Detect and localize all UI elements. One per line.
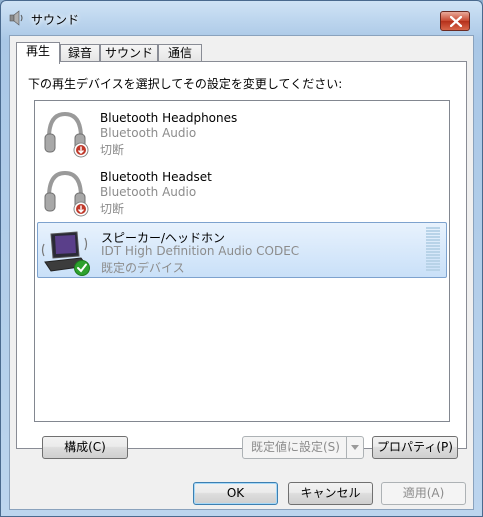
chevron-down-icon xyxy=(351,445,359,450)
configure-button[interactable]: 構成(C) xyxy=(42,436,128,459)
close-icon xyxy=(450,16,462,27)
default-check-icon xyxy=(74,260,90,276)
device-description: Bluetooth Audio xyxy=(100,185,197,199)
apply-button[interactable]: 適用(A) xyxy=(381,482,466,505)
device-description: Bluetooth Audio xyxy=(100,126,197,140)
device-item-bluetooth-headset[interactable]: Bluetooth Headset Bluetooth Audio 切断 xyxy=(37,164,447,220)
device-name: Bluetooth Headphones xyxy=(100,111,238,125)
device-item-speakers-headphones[interactable]: スピーカー/ヘッドホン IDT High Definition Audio CO… xyxy=(37,222,447,278)
device-list[interactable]: Bluetooth Headphones Bluetooth Audio 切断 xyxy=(34,100,450,422)
ok-button[interactable]: OK xyxy=(193,482,278,505)
tab-recording[interactable]: 録音 xyxy=(60,44,100,62)
disconnected-badge-icon xyxy=(73,142,89,158)
tab-sounds[interactable]: サウンド xyxy=(100,44,158,62)
close-button[interactable] xyxy=(440,11,470,31)
disconnected-badge-icon xyxy=(73,201,89,217)
device-status: 既定のデバイス xyxy=(101,261,185,275)
device-status: 切断 xyxy=(100,143,125,157)
dialog-client: 再生 録音 サウンド 通信 下の再生デバイスを選択してその設定を変更してください… xyxy=(9,35,474,510)
set-default-dropdown[interactable] xyxy=(346,437,363,458)
headphones-icon xyxy=(44,170,89,217)
instruction-text: 下の再生デバイスを選択してその設定を変更してください: xyxy=(28,77,343,91)
sound-dialog: サウンド 再生 録音 サウンド 通信 下の再生デバイスを選択してその設定を変更し… xyxy=(0,0,483,517)
laptop-speaker-icon xyxy=(41,231,90,276)
volume-level-meter xyxy=(426,227,440,273)
set-default-split-button[interactable]: 既定値に設定(S) xyxy=(242,436,364,459)
headphones-icon xyxy=(44,111,89,158)
window-title: サウンド xyxy=(31,13,80,27)
set-default-label: 既定値に設定(S) xyxy=(251,440,340,454)
device-description: IDT High Definition Audio CODEC xyxy=(101,244,300,258)
cancel-button[interactable]: キャンセル xyxy=(288,482,373,505)
tab-playback[interactable]: 再生 xyxy=(16,42,60,64)
title-bar[interactable]: サウンド xyxy=(1,1,482,35)
speaker-icon xyxy=(9,10,23,26)
playback-panel: 下の再生デバイスを選択してその設定を変更してください: Bluetooth He xyxy=(16,61,467,459)
device-status: 切断 xyxy=(100,202,125,216)
properties-button[interactable]: プロパティ(P) xyxy=(372,436,458,459)
tab-communications[interactable]: 通信 xyxy=(158,44,202,62)
device-item-bluetooth-headphones[interactable]: Bluetooth Headphones Bluetooth Audio 切断 xyxy=(37,105,447,161)
device-name: Bluetooth Headset xyxy=(100,170,212,184)
